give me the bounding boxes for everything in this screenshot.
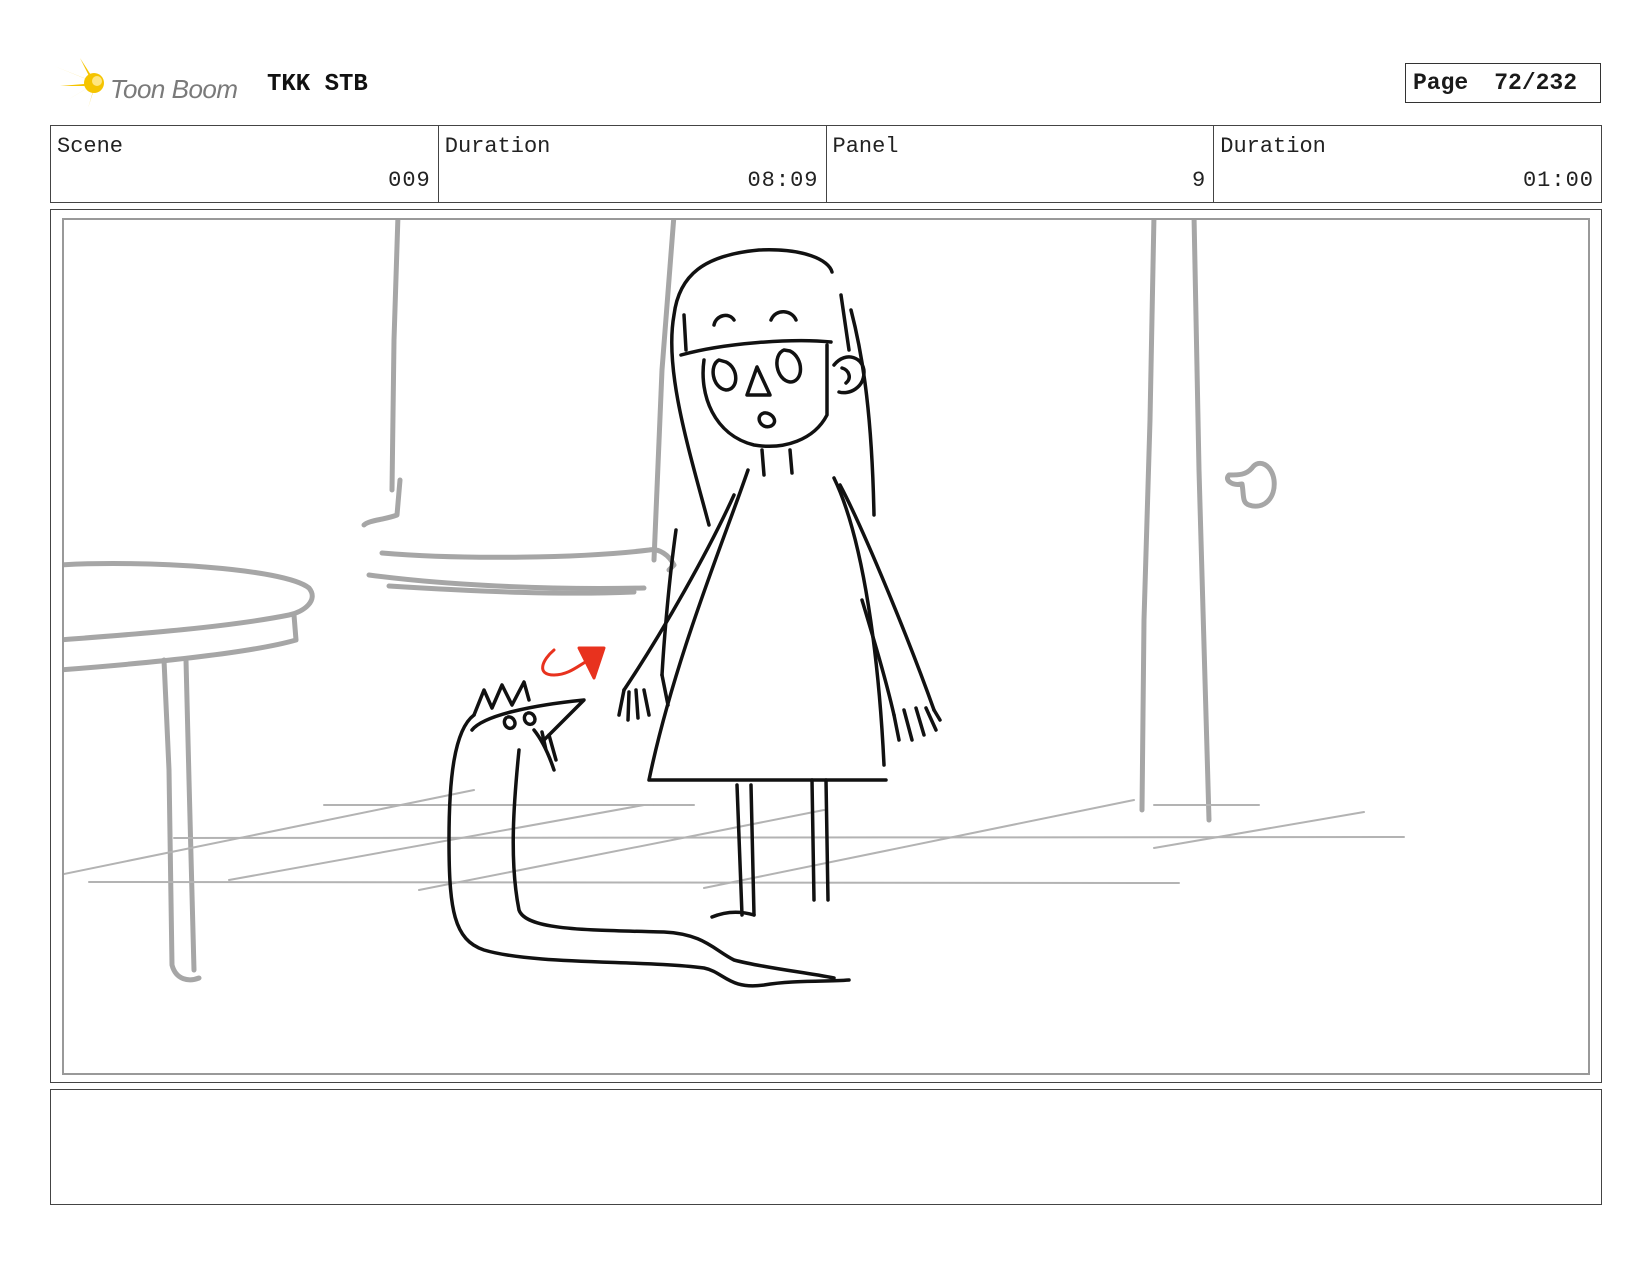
toon-boom-logo: Toon Boom	[54, 56, 254, 110]
scene-duration-cell: Duration 08:09	[439, 126, 827, 202]
project-title: TKK STB	[267, 71, 368, 98]
scene-duration-value: 08:09	[747, 168, 819, 193]
panel-duration-value: 01:00	[1522, 168, 1594, 193]
starburst-icon	[54, 58, 104, 108]
page-header: Toon Boom TKK STB Page 72/232	[50, 50, 1602, 110]
info-table: Scene 009 Duration 08:09 Panel 9 Duratio…	[50, 125, 1602, 203]
page-indicator: Page 72/232	[1405, 63, 1601, 103]
scene-value: 009	[388, 168, 431, 193]
scene-duration-label: Duration	[444, 134, 551, 159]
logo-text: Toon Boom	[110, 74, 238, 104]
red-arrow-annotation	[541, 646, 606, 680]
panel-frame	[50, 209, 1602, 1083]
notes-box	[50, 1089, 1602, 1205]
panel-value: 9	[1192, 168, 1207, 193]
panel-duration-label: Duration	[1220, 134, 1326, 159]
character-lines	[447, 248, 942, 988]
panel-image-area	[62, 218, 1590, 1075]
panel-cell: Panel 9	[827, 126, 1215, 202]
page-number: 72/232	[1494, 70, 1578, 96]
scene-label: Scene	[57, 134, 124, 159]
panel-label: Panel	[832, 134, 899, 159]
panel-duration-cell: Duration 01:00	[1214, 126, 1601, 202]
storyboard-sketch	[64, 220, 1405, 988]
floor-lines	[64, 789, 1405, 891]
scene-cell: Scene 009	[51, 126, 439, 202]
page-label: Page	[1413, 70, 1469, 96]
